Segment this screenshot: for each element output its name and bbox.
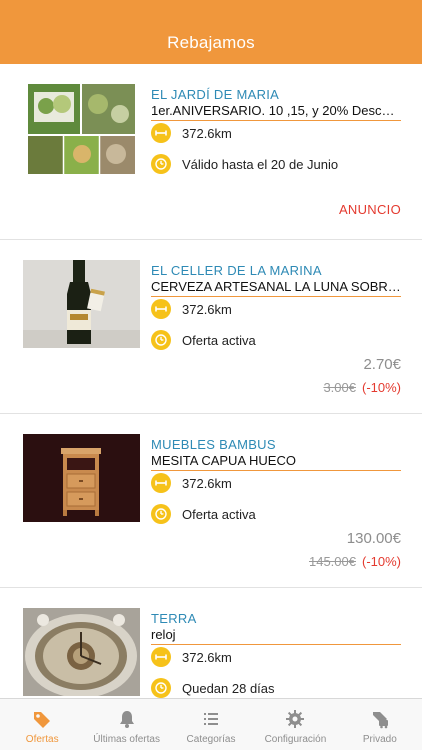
store-name: EL CELLER DE LA MARINA bbox=[151, 263, 322, 278]
offer-status: Quedan 28 días bbox=[182, 680, 275, 696]
offer-status: Oferta activa bbox=[182, 506, 256, 522]
offer-title: reloj bbox=[151, 627, 401, 645]
tab-label: Categorías bbox=[186, 734, 236, 745]
offer-image bbox=[23, 608, 140, 696]
truck-icon bbox=[372, 712, 388, 729]
offer-price: 2.70€ bbox=[363, 356, 401, 373]
discount-percent: (-10%) bbox=[361, 554, 401, 569]
distance-row: 372.6km bbox=[151, 298, 232, 320]
store-name: TERRA bbox=[151, 611, 197, 626]
offers-list[interactable]: EL JARDÍ DE MARIA 1er.ANIVERSARIO. 10 ,1… bbox=[0, 64, 422, 698]
clock-icon bbox=[151, 154, 171, 174]
distance-icon bbox=[151, 123, 171, 143]
tab-privado[interactable]: Privado bbox=[338, 699, 422, 750]
list-icon bbox=[204, 713, 219, 725]
store-name: EL JARDÍ DE MARIA bbox=[151, 87, 280, 102]
clock-icon bbox=[151, 504, 171, 524]
distance-icon bbox=[151, 473, 171, 493]
offer-image bbox=[23, 260, 140, 348]
status-row: Quedan 28 días bbox=[151, 677, 275, 698]
tab-ultimas-ofertas[interactable]: Últimas ofertas bbox=[84, 699, 168, 750]
ad-label: ANUNCIO bbox=[338, 202, 401, 217]
distance-value: 372.6km bbox=[182, 125, 232, 141]
offer-image bbox=[23, 434, 140, 522]
tag-icon bbox=[34, 712, 51, 728]
distance-row: 372.6km bbox=[151, 646, 232, 668]
price-comparison: 3.00€ (-10%) bbox=[323, 380, 401, 395]
distance-value: 372.6km bbox=[182, 301, 232, 317]
bell-icon bbox=[119, 711, 134, 728]
tab-label: Últimas ofertas bbox=[93, 734, 160, 745]
gear-icon bbox=[286, 710, 305, 728]
discount-percent: (-10%) bbox=[361, 380, 401, 395]
tab-label: Ofertas bbox=[25, 734, 59, 745]
distance-icon bbox=[151, 647, 171, 667]
offer-card[interactable]: MUEBLES BAMBUS MESITA CAPUA HUECO 372.6k… bbox=[0, 414, 422, 588]
status-row: Válido hasta el 20 de Junio bbox=[151, 153, 338, 175]
tab-ofertas[interactable]: Ofertas bbox=[0, 699, 84, 750]
clock-icon bbox=[151, 678, 171, 698]
clock-icon bbox=[151, 330, 171, 350]
offer-title: 1er.ANIVERSARIO. 10 ,15, y 20% Descuento bbox=[151, 103, 401, 121]
distance-value: 372.6km bbox=[182, 475, 232, 491]
offer-status: Oferta activa bbox=[182, 332, 256, 348]
offer-card[interactable]: EL JARDÍ DE MARIA 1er.ANIVERSARIO. 10 ,1… bbox=[0, 64, 422, 240]
original-price: 145.00€ bbox=[308, 554, 356, 569]
store-name: MUEBLES BAMBUS bbox=[151, 437, 276, 452]
offer-validity: Válido hasta el 20 de Junio bbox=[182, 156, 339, 172]
status-row: Oferta activa bbox=[151, 503, 256, 525]
tab-bar: Ofertas Últimas ofertas Categorías Confi… bbox=[0, 698, 422, 750]
price-comparison: 145.00€ (-10%) bbox=[309, 554, 401, 569]
offer-card[interactable]: EL CELLER DE LA MARINA CERVEZA ARTESANAL… bbox=[0, 240, 422, 414]
tab-label: Privado bbox=[362, 734, 397, 745]
offer-card[interactable]: TERRA reloj 372.6km Quedan 28 días bbox=[0, 588, 422, 698]
tab-label: Configuración bbox=[264, 734, 327, 745]
navigation-bar: Rebajamos bbox=[0, 0, 422, 64]
original-price: 3.00€ bbox=[323, 380, 356, 395]
offer-image bbox=[28, 84, 135, 174]
offer-title: CERVEZA ARTESANAL LA LUNA SOBRE ROSES bbox=[151, 279, 401, 297]
tab-categorias[interactable]: Categorías bbox=[169, 699, 253, 750]
distance-value: 372.6km bbox=[182, 649, 232, 665]
distance-icon bbox=[151, 299, 171, 319]
distance-row: 372.6km bbox=[151, 472, 232, 494]
status-row: Oferta activa bbox=[151, 329, 256, 351]
page-title: Rebajamos bbox=[167, 33, 255, 52]
offer-price: 130.00€ bbox=[346, 530, 401, 547]
offer-title: MESITA CAPUA HUECO bbox=[151, 453, 401, 471]
tab-configuracion[interactable]: Configuración bbox=[253, 699, 337, 750]
distance-row: 372.6km bbox=[151, 122, 232, 144]
